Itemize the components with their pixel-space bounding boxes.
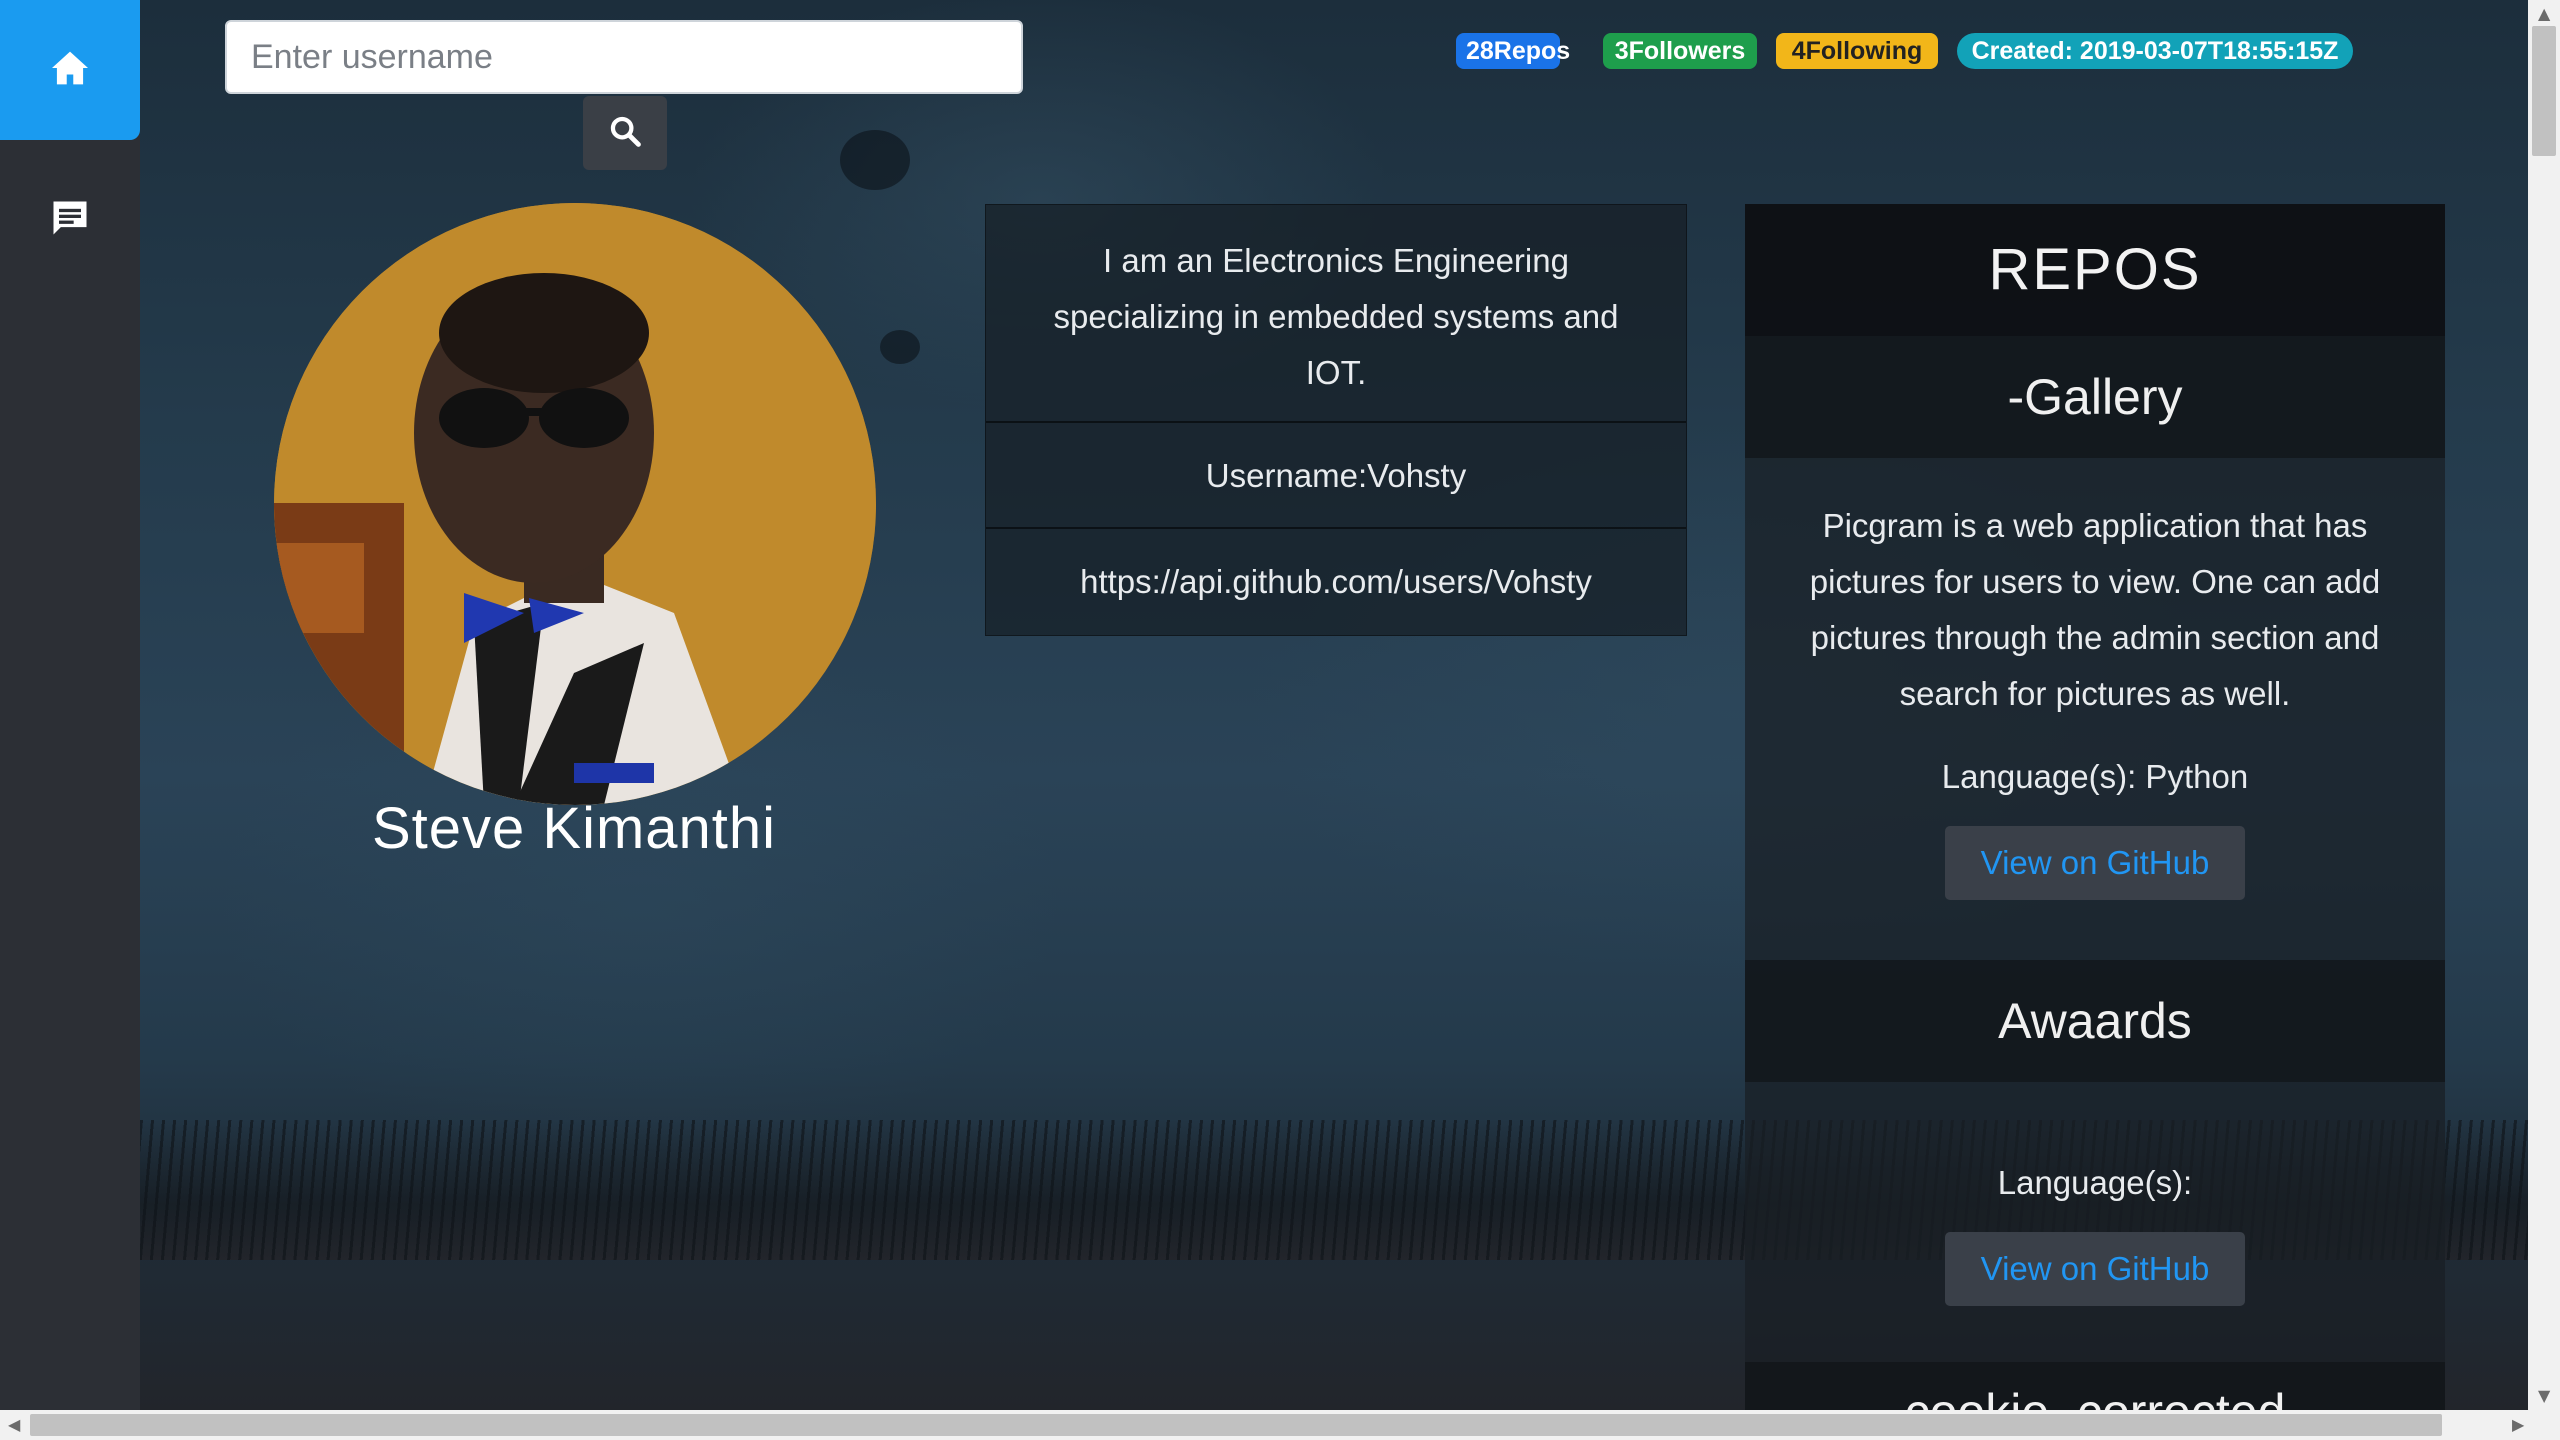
profile-username: Username:Vohsty (986, 423, 1686, 529)
avatar-photo (274, 203, 876, 805)
horizontal-scrollbar-thumb[interactable] (30, 1414, 2442, 1436)
scroll-down-arrow-icon[interactable]: ▼ (2538, 1388, 2550, 1404)
home-icon (50, 50, 90, 90)
profile-name: Steve Kimanthi (371, 796, 777, 861)
view-on-github-button[interactable]: View on GitHub (1945, 826, 2245, 900)
scroll-up-arrow-icon[interactable]: ▲ (2538, 6, 2550, 22)
repo-language: Language(s): Python (1941, 758, 2249, 795)
background-texture (880, 330, 920, 364)
search-icon (608, 114, 642, 152)
repo-title: cookie_corrected (1745, 1362, 2445, 1410)
horizontal-scrollbar[interactable]: ◀ ▶ (0, 1410, 2560, 1440)
following-count-badge: 4Following (1776, 33, 1938, 69)
vertical-scrollbar-thumb[interactable] (2532, 26, 2556, 156)
created-date-badge: Created: 2019-03-07T18:55:15Z (1957, 33, 2353, 69)
vertical-scrollbar[interactable]: ▲ ▼ (2528, 0, 2560, 1410)
repo-card: cookie_corrected (1745, 1362, 2445, 1410)
search-input[interactable] (225, 20, 1023, 94)
repo-card: Awaards Language(s): View on GitHub (1745, 960, 2445, 1362)
scroll-right-arrow-icon[interactable]: ▶ (2512, 1417, 2524, 1433)
repo-title: -Gallery (1745, 336, 2445, 458)
background-texture (840, 130, 910, 190)
repo-title: Awaards (1745, 960, 2445, 1082)
sidebar-item-messages[interactable] (0, 150, 140, 290)
sidebar-item-home[interactable] (0, 0, 140, 140)
repos-count-badge: 28Repos (1456, 33, 1570, 69)
page-viewport: 28Repos 3Followers 4Following Created: 2… (0, 0, 2528, 1410)
profile-bio: I am an Electronics Engineering speciali… (986, 205, 1686, 423)
chat-icon (48, 196, 92, 244)
repo-card: -Gallery Picgram is a web application th… (1745, 336, 2445, 960)
followers-count-badge: 3Followers (1603, 33, 1757, 69)
search-button[interactable] (583, 96, 667, 170)
sidebar (0, 0, 140, 1410)
repo-language: Language(s): (1997, 1164, 2193, 1201)
repos-header: REPOS (1745, 204, 2445, 336)
profile-info-card: I am an Electronics Engineering speciali… (985, 204, 1687, 636)
profile-api-url[interactable]: https://api.github.com/users/Vohsty (986, 529, 1686, 635)
repo-description: Picgram is a web application that has pi… (1809, 507, 2381, 712)
view-on-github-button[interactable]: View on GitHub (1945, 1232, 2245, 1306)
repos-panel: REPOS -Gallery Picgram is a web applicat… (1745, 204, 2445, 1410)
scroll-left-arrow-icon[interactable]: ◀ (8, 1417, 20, 1433)
avatar (274, 203, 876, 805)
